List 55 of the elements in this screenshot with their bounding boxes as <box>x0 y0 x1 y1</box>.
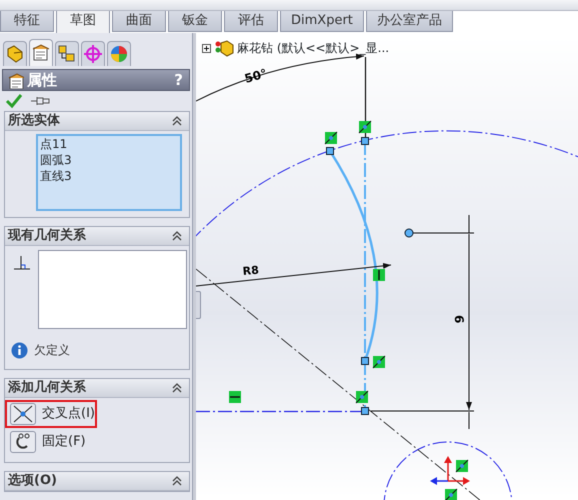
tab[interactable]: 曲面 <box>112 11 166 32</box>
tab[interactable]: 草图 <box>56 11 110 35</box>
dimension-text[interactable]: 6 <box>452 315 466 324</box>
collapse-icon[interactable] <box>171 115 183 127</box>
collapse-icon[interactable] <box>171 230 183 242</box>
relation-button[interactable]: 固定(F) <box>5 428 97 456</box>
dimension-text[interactable]: R8 <box>242 264 260 278</box>
section-title: 现有几何关系 <box>8 226 86 246</box>
collapse-icon[interactable] <box>171 475 183 487</box>
relation-marker <box>444 488 458 500</box>
relation-marker <box>229 391 241 403</box>
tab[interactable]: 特征 <box>0 11 54 32</box>
panel-title: 属性 <box>27 70 57 91</box>
relation-marker <box>456 460 468 472</box>
origin-icon <box>430 456 470 485</box>
collapse-icon[interactable] <box>171 382 183 394</box>
dimension-text[interactable]: 50° <box>242 66 269 86</box>
section-title: 所选实体 <box>8 112 60 130</box>
section-title: 选项(O) <box>8 472 57 490</box>
relation-marker <box>372 356 386 368</box>
tab[interactable]: DimXpert <box>280 11 364 32</box>
section-title: 添加几何关系 <box>8 378 86 398</box>
panel-tab[interactable] <box>29 39 53 66</box>
expand-icon[interactable] <box>202 44 211 52</box>
selection-list[interactable]: 点11 圆弧3 直线3 <box>36 134 182 211</box>
tab[interactable]: 评估 <box>224 11 278 32</box>
crosshair-icon <box>82 43 104 65</box>
relations-list[interactable] <box>38 250 187 329</box>
relation-marker <box>358 120 372 134</box>
sketch-point <box>404 228 414 238</box>
relation-button[interactable]: 交叉点(I) <box>5 400 97 428</box>
tab[interactable]: 办公室产品 <box>366 11 453 32</box>
color-wheel-icon <box>108 43 130 65</box>
relation-marker <box>356 390 368 404</box>
intersection-icon <box>11 403 35 425</box>
sketch-point <box>361 357 369 365</box>
part-icon <box>214 39 234 57</box>
panel-tab[interactable] <box>107 41 131 66</box>
relation-marker <box>324 132 338 144</box>
list-item[interactable]: 圆弧3 <box>40 152 178 168</box>
info-icon <box>11 342 28 358</box>
list-item[interactable]: 点11 <box>40 136 178 152</box>
tree-item[interactable]: 麻花钻 (默认<<默认>_显... <box>237 39 390 57</box>
tab[interactable]: 钣金 <box>168 11 222 32</box>
property-icon <box>6 71 24 89</box>
relation-marker <box>373 269 385 281</box>
panel-tab[interactable] <box>3 41 27 66</box>
pin-icon[interactable] <box>29 95 51 107</box>
sketch-point <box>326 147 334 155</box>
sketch-point <box>361 407 369 415</box>
ok-icon[interactable] <box>5 93 23 109</box>
status-text: 欠定义 <box>34 342 70 359</box>
sketch-point <box>361 137 369 145</box>
panel-tab[interactable] <box>55 41 79 66</box>
list-item[interactable]: 直线3 <box>40 168 178 184</box>
